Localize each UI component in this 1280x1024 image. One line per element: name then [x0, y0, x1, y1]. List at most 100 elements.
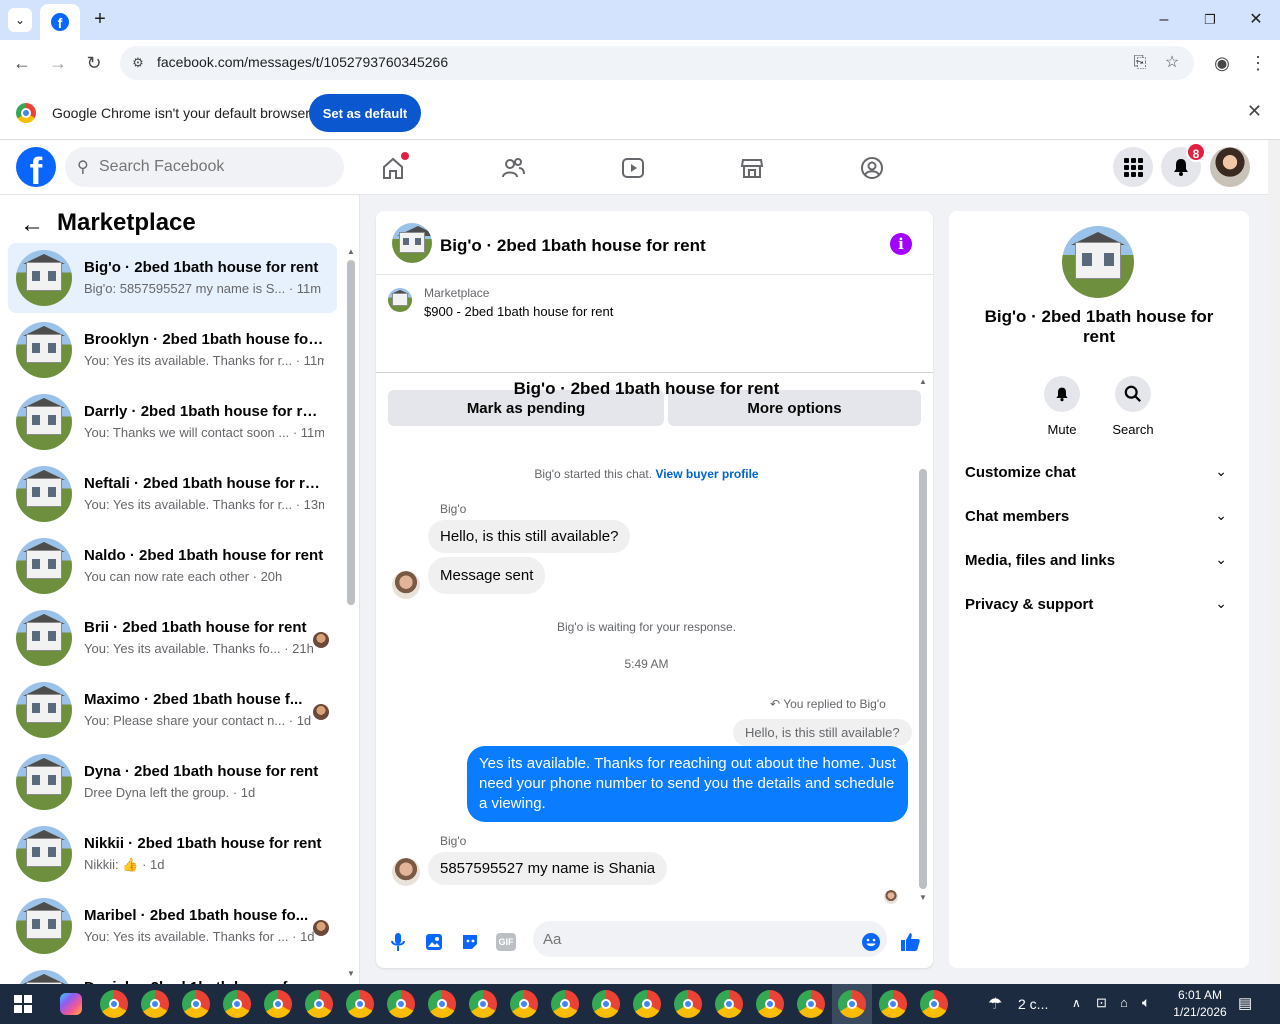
chrome-taskbar-icon[interactable] [633, 990, 661, 1018]
scroll-up-icon[interactable]: ▲ [347, 247, 355, 256]
sticker-icon[interactable] [459, 931, 481, 953]
gif-icon[interactable]: GIF [495, 931, 517, 953]
mute-button[interactable]: Mute [1032, 376, 1092, 437]
restore-button[interactable]: ❐ [1198, 8, 1222, 32]
listing-price[interactable]: $900 - 2bed 1bath house for rent [424, 304, 613, 319]
conversation-item[interactable]: Brii · 2bed 1bath house for rent You: Yes… [8, 603, 337, 673]
conversation-item[interactable]: Nikkii · 2bed 1bath house for rent Nikkii… [8, 819, 337, 889]
conversation-avatar[interactable] [1062, 226, 1134, 298]
clock[interactable]: 6:01 AM 1/21/2026 [1170, 988, 1230, 1019]
message-input[interactable] [533, 921, 887, 957]
page-scrollbar[interactable] [1268, 140, 1280, 984]
like-thumbs-up-icon[interactable] [899, 931, 921, 953]
conversation-list-scrollbar[interactable] [347, 260, 355, 605]
conversation-item[interactable]: Big'o · 2bed 1bath house for rent Big'o: … [8, 243, 337, 313]
video-nav-icon[interactable] [613, 148, 653, 188]
buyer-avatar[interactable] [392, 858, 420, 886]
chrome-taskbar-icon[interactable] [838, 990, 866, 1018]
facebook-search-box[interactable]: ⚲ [65, 147, 344, 187]
gaming-nav-icon[interactable] [852, 148, 892, 188]
friends-nav-icon[interactable] [493, 148, 533, 188]
site-info-icon[interactable]: ⚙ [128, 53, 148, 73]
chat-scroll-down-icon[interactable]: ▼ [919, 893, 927, 902]
chat-scroll-up-icon[interactable]: ▲ [919, 377, 927, 386]
chat-avatar[interactable] [392, 223, 432, 263]
chrome-taskbar-icon[interactable] [592, 990, 620, 1018]
microphone-icon[interactable] [387, 931, 409, 953]
conversation-item[interactable]: Daniela · 2bed 1bath house f... [8, 963, 337, 984]
quoted-message[interactable]: Hello, is this still available? [733, 719, 912, 746]
chat-members-section[interactable]: Chat members ⌄ [957, 495, 1241, 539]
conversation-item[interactable]: Maximo · 2bed 1bath house f... You: Pleas… [8, 675, 337, 745]
conversation-item[interactable]: Dyna · 2bed 1bath house for rent Dree Dyn… [8, 747, 337, 817]
my-message-bubble[interactable]: Yes its available. Thanks for reaching o… [467, 746, 908, 822]
privacy-support-section[interactable]: Privacy & support ⌄ [957, 583, 1241, 627]
marketplace-nav-icon[interactable] [732, 148, 772, 188]
account-avatar[interactable] [1210, 147, 1250, 187]
chrome-taskbar-icon[interactable] [264, 990, 292, 1018]
conversation-item[interactable]: Maribel · 2bed 1bath house fo... You: Yes… [8, 891, 337, 961]
chrome-taskbar-icon[interactable] [305, 990, 333, 1018]
minimize-button[interactable]: – [1152, 8, 1176, 32]
chrome-taskbar-icon[interactable] [469, 990, 497, 1018]
address-bar[interactable]: ⚙ facebook.com/messages/t/10527937603452… [120, 46, 1194, 80]
chrome-taskbar-icon[interactable] [920, 990, 948, 1018]
search-input[interactable] [99, 147, 329, 187]
bookmark-star-icon[interactable]: ☆ [1160, 51, 1184, 75]
buyer-avatar[interactable] [392, 571, 420, 599]
chrome-taskbar-icon[interactable] [879, 990, 907, 1018]
message-bubble[interactable]: 5857595527 my name is Shania [428, 852, 668, 885]
menu-grid-button[interactable] [1113, 147, 1153, 187]
set-as-default-button[interactable]: Set as default [309, 94, 421, 132]
chrome-taskbar-icon[interactable] [551, 990, 579, 1018]
wifi-icon[interactable]: ⌂ [1120, 995, 1128, 1010]
info-icon[interactable]: i [890, 233, 912, 255]
chrome-taskbar-icon[interactable] [141, 990, 169, 1018]
url-text[interactable]: facebook.com/messages/t/1052793760345266 [157, 54, 448, 70]
message-bubble[interactable]: Message sent [428, 557, 546, 594]
new-tab-button[interactable]: + [88, 8, 112, 32]
notification-center-icon[interactable]: ▤ [1238, 994, 1252, 1012]
reload-button[interactable]: ↻ [82, 51, 106, 75]
chrome-taskbar-icon[interactable] [510, 990, 538, 1018]
windows-start-icon[interactable] [14, 995, 32, 1018]
chrome-taskbar-icon[interactable] [715, 990, 743, 1018]
conversation-item[interactable]: Darrly · 2bed 1bath house for rent You: T… [8, 387, 337, 457]
volume-icon[interactable]: 🔈︎ [1142, 994, 1150, 1011]
chrome-menu-icon[interactable]: ⋮ [1246, 51, 1270, 75]
chrome-taskbar-icon[interactable] [756, 990, 784, 1018]
facebook-logo-icon[interactable]: f [16, 147, 56, 187]
chrome-taskbar-icon[interactable] [346, 990, 374, 1018]
weather-text[interactable]: 2 c... [1018, 996, 1048, 1012]
conversation-item[interactable]: Brooklyn · 2bed 1bath house for ... You: … [8, 315, 337, 385]
network-icon[interactable]: ⊡ [1096, 995, 1107, 1011]
close-infobar-icon[interactable]: ✕ [1247, 101, 1262, 122]
scroll-down-icon[interactable]: ▼ [347, 969, 355, 978]
media-files-links-section[interactable]: Media, files and links ⌄ [957, 539, 1241, 583]
conversation-item[interactable]: Neftali · 2bed 1bath house for re... You:… [8, 459, 337, 529]
forward-button[interactable]: → [46, 51, 70, 75]
back-arrow-icon[interactable]: ← [20, 211, 44, 239]
photo-icon[interactable] [423, 931, 445, 953]
install-app-icon[interactable]: ⎘ [1128, 51, 1152, 75]
home-nav-icon[interactable] [373, 148, 413, 188]
view-buyer-profile-link[interactable]: View buyer profile [655, 467, 758, 481]
weather-icon[interactable]: ☂ [988, 994, 1002, 1014]
browser-tab-facebook[interactable]: f [40, 4, 80, 40]
search-in-conversation-button[interactable]: Search [1103, 376, 1163, 437]
chrome-taskbar-icon[interactable] [428, 990, 456, 1018]
chrome-taskbar-icon[interactable] [387, 990, 415, 1018]
tab-search-button[interactable]: ⌄ [8, 8, 32, 32]
message-bubble[interactable]: Hello, is this still available? [428, 520, 631, 553]
chrome-taskbar-icon[interactable] [100, 990, 128, 1018]
back-button[interactable]: ← [10, 51, 34, 75]
chat-title[interactable]: Big'o · 2bed 1bath house for rent [440, 236, 706, 256]
show-hidden-icons-chevron-icon[interactable]: ∧ [1072, 996, 1081, 1010]
conversation-item[interactable]: Naldo · 2bed 1bath house for rent You can… [8, 531, 337, 601]
close-window-button[interactable]: ✕ [1244, 8, 1268, 32]
chrome-taskbar-icon[interactable] [674, 990, 702, 1018]
chrome-taskbar-icon[interactable] [797, 990, 825, 1018]
customize-chat-section[interactable]: Customize chat ⌄ [957, 451, 1241, 495]
chrome-taskbar-icon[interactable] [182, 990, 210, 1018]
profile-icon[interactable]: ◉ [1210, 51, 1234, 75]
